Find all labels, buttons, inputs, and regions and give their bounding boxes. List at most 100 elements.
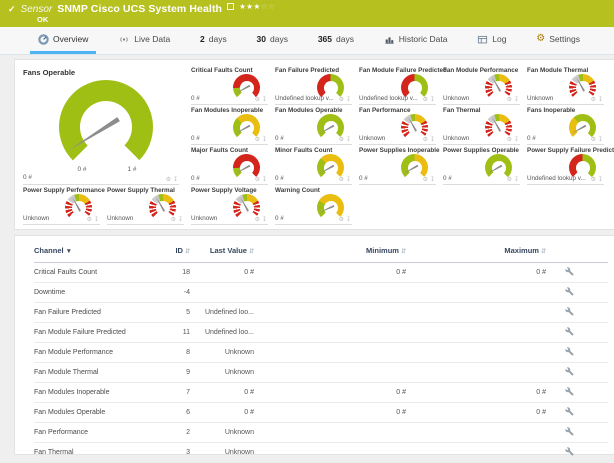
gear-icon[interactable]: ⚙ [339,97,344,103]
pin-icon[interactable]: ↧ [346,217,351,223]
gauge-value: Unknown [443,95,469,102]
gauge-cell-actions: ⚙↧ [339,177,351,183]
gear-icon[interactable]: ⚙ [171,217,176,223]
star-filled-icon[interactable]: ★ [246,2,253,11]
pin-icon[interactable]: ↧ [262,217,267,223]
gear-icon[interactable]: ⚙ [507,177,512,183]
tab-live-data[interactable]: Live Data [110,27,178,54]
pin-icon[interactable]: ↧ [262,177,267,183]
cell-last: Unknown [190,449,254,456]
pin-icon[interactable]: ↧ [430,177,435,183]
tab-overview[interactable]: Overview [30,27,96,54]
gear-icon[interactable]: ⚙ [339,177,344,183]
column-header-channel[interactable]: Channel▼ [34,246,154,255]
tab-2-days[interactable]: 2days [192,27,235,54]
cell-id: 2 [154,429,190,436]
gauge-value: 0 # [275,215,284,222]
pin-icon[interactable]: ↧ [514,137,519,143]
cell-id: 11 [154,329,190,336]
star-empty-icon[interactable]: ☆ [261,2,268,11]
pin-icon[interactable]: ↧ [598,177,603,183]
gear-icon[interactable]: ⚙ [255,177,260,183]
flag-icon [227,3,234,10]
table-row: Critical Faults Count180 #0 #0 # [34,263,608,283]
tab-log[interactable]: Log [469,27,514,54]
column-label: Channel [34,246,64,255]
column-header-max[interactable]: Maximum⇵ [406,246,546,255]
gear-icon[interactable]: ⚙ [166,177,171,183]
table-row: Fan Performance2Unknown [34,423,608,443]
pin-icon[interactable]: ↧ [346,97,351,103]
table-row: Downtime-4 [34,283,608,303]
gear-icon[interactable]: ⚙ [339,217,344,223]
pin-icon[interactable]: ↧ [514,97,519,103]
gear-icon[interactable]: ⚙ [423,137,428,143]
gauge-title: Fan Performance [359,107,436,114]
gauge-value: 0 # [275,135,284,142]
pin-icon[interactable]: ↧ [346,177,351,183]
sort-desc-icon: ▼ [66,248,72,255]
pin-icon[interactable]: ↧ [598,137,603,143]
gear-icon[interactable]: ⚙ [507,137,512,143]
wrench-icon[interactable] [565,267,574,276]
tab-historic-data[interactable]: Historic Data [376,27,456,54]
gear-icon[interactable]: ⚙ [591,97,596,103]
channel-gauge-cell: Power Supplies Inoperable0 #⚙↧ [359,145,436,185]
pin-icon[interactable]: ↧ [346,137,351,143]
wrench-icon[interactable] [565,367,574,376]
gear-icon[interactable]: ⚙ [591,137,596,143]
wrench-icon[interactable] [565,327,574,336]
gauge-cell-actions: ⚙↧ [255,137,267,143]
gauge-cell-actions: ⚙↧ [507,177,519,183]
wrench-icon[interactable] [565,407,574,416]
wrench-icon[interactable] [565,427,574,436]
gauge-title: Power Supply Thermal [107,187,184,194]
channel-gauge-cell: Fan ThermalUnknown⚙↧ [443,105,520,145]
gear-icon[interactable]: ⚙ [423,97,428,103]
priority-stars[interactable]: ★★★☆☆ [239,2,275,11]
wrench-icon[interactable] [565,387,574,396]
gear-icon[interactable]: ⚙ [507,97,512,103]
pin-icon[interactable]: ↧ [430,97,435,103]
wrench-icon[interactable] [565,347,574,356]
wrench-icon[interactable] [565,287,574,296]
gear-icon[interactable]: ⚙ [255,97,260,103]
gauge-scale-min: 0 # [78,166,87,173]
pin-icon[interactable]: ↧ [94,217,99,223]
column-header-min[interactable]: Minimum⇵ [254,246,406,255]
wrench-icon[interactable] [565,307,574,316]
cell-min: 0 # [254,409,406,416]
star-empty-icon[interactable]: ☆ [268,2,275,11]
gear-icon[interactable]: ⚙ [423,177,428,183]
pin-icon[interactable]: ↧ [262,137,267,143]
gear-icon[interactable]: ⚙ [255,217,260,223]
cell-last: Undefined loo... [190,329,254,336]
gear-icon[interactable]: ⚙ [255,137,260,143]
cell-id: -4 [154,289,190,296]
cell-id: 18 [154,269,190,276]
primary-channel-gauge: Fans Operable0 #1 #0 #⚙↧ [23,65,179,185]
pin-icon[interactable]: ↧ [514,177,519,183]
pin-icon[interactable]: ↧ [178,217,183,223]
gauge-grid: Fans Operable0 #1 #0 #⚙↧Critical Faults … [23,65,614,225]
pin-icon[interactable]: ↧ [430,137,435,143]
pin-icon[interactable]: ↧ [173,177,178,183]
column-header-id[interactable]: ID⇵ [154,246,190,255]
cell-channel: Downtime [34,289,154,296]
column-header-last[interactable]: Last Value⇵ [190,246,254,255]
tab-365-days[interactable]: 365days [310,27,362,54]
gear-icon[interactable]: ⚙ [339,137,344,143]
channel-gauge-cell: Major Faults Count0 #⚙↧ [191,145,268,185]
tab-settings[interactable]: ⚙Settings [528,27,588,54]
tab-30-days[interactable]: 30days [249,27,296,54]
star-filled-icon[interactable]: ★ [254,2,261,11]
log-icon [477,34,488,45]
gear-icon[interactable]: ⚙ [591,177,596,183]
wrench-icon[interactable] [565,447,574,456]
gear-icon[interactable]: ⚙ [87,217,92,223]
pin-icon[interactable]: ↧ [262,97,267,103]
pin-icon[interactable]: ↧ [598,97,603,103]
gauge-value: Unknown [23,215,49,222]
cell-id: 7 [154,389,190,396]
channel-gauge-cell: Fan PerformanceUnknown⚙↧ [359,105,436,145]
